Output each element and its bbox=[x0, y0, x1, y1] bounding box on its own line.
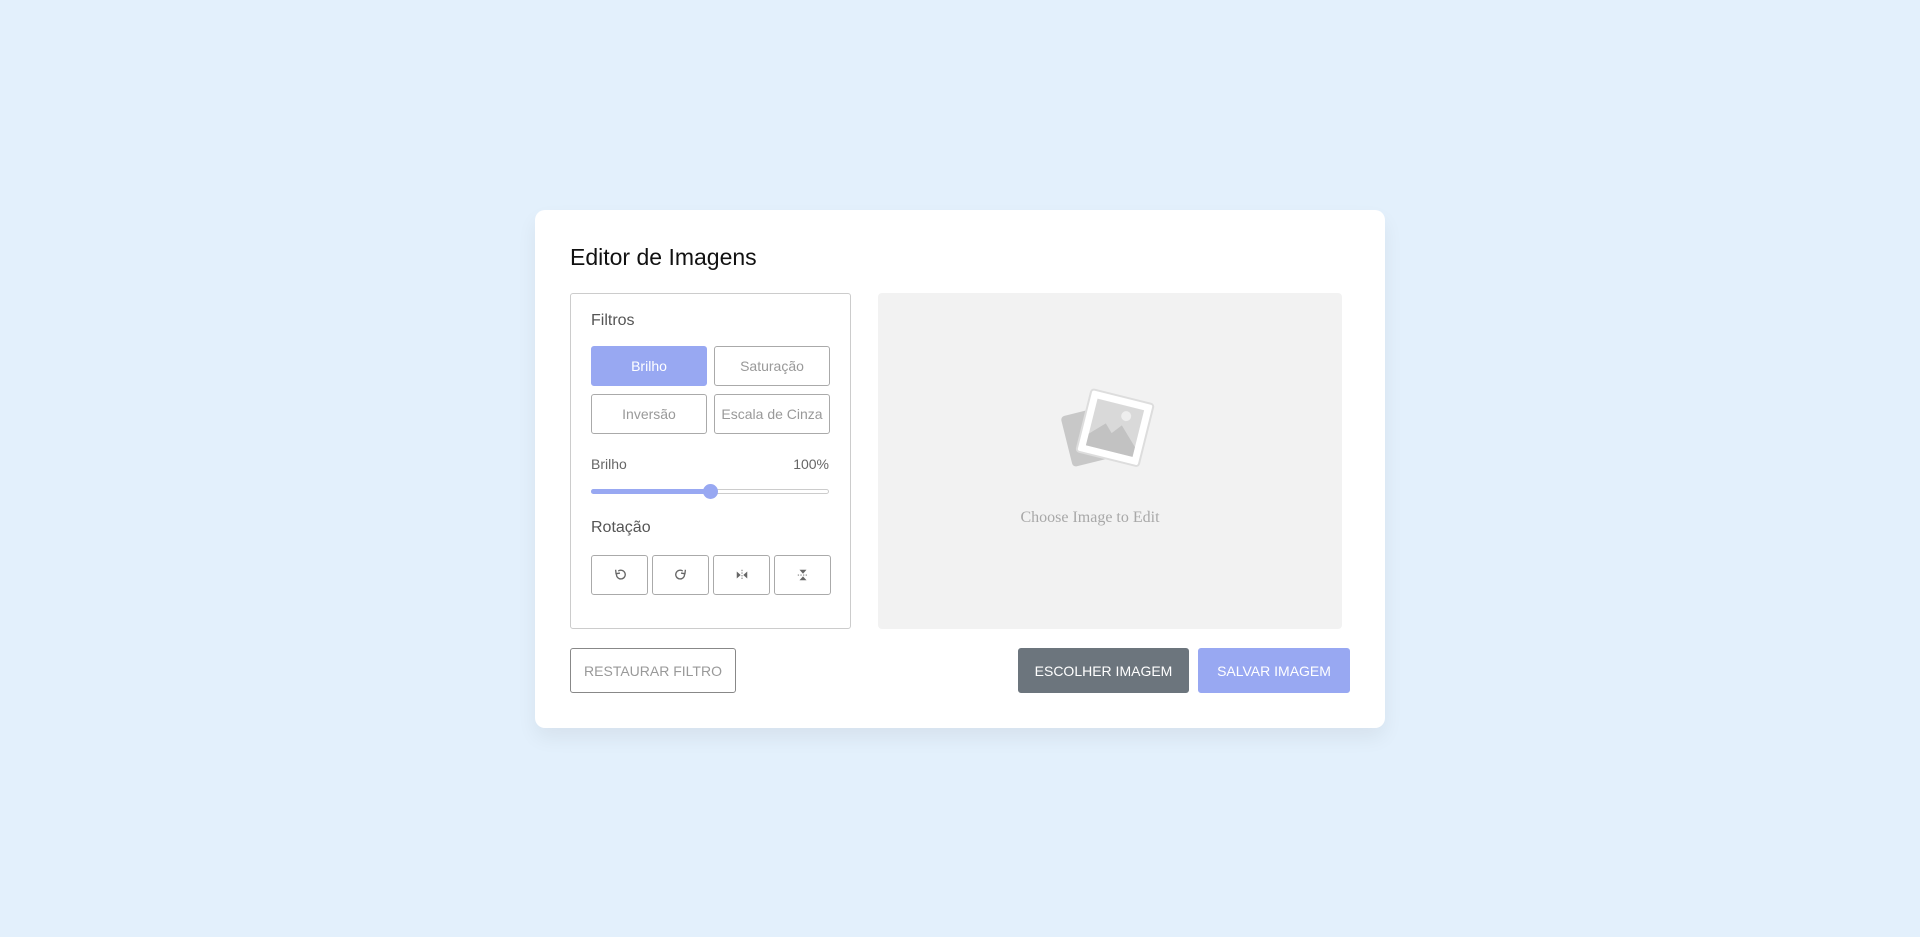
slider-thumb[interactable] bbox=[703, 484, 718, 499]
rotate-right-icon bbox=[674, 569, 686, 580]
filter-saturation-button[interactable]: Saturação bbox=[714, 346, 830, 386]
flip-horizontal-button[interactable] bbox=[713, 555, 770, 595]
filter-slider[interactable] bbox=[591, 484, 829, 499]
rotate-left-button[interactable] bbox=[591, 555, 648, 595]
rotation-label: Rotação bbox=[591, 519, 651, 536]
filters-label: Filtros bbox=[591, 312, 635, 329]
page-title: Editor de Imagens bbox=[570, 244, 757, 270]
filter-grayscale-button[interactable]: Escala de Cinza bbox=[714, 394, 830, 434]
slider-value: 100% bbox=[793, 456, 829, 472]
slider-name: Brilho bbox=[591, 456, 627, 472]
controls-panel: Filtros Brilho Saturação Inversão Escala… bbox=[570, 293, 851, 629]
flip-horizontal-icon bbox=[736, 569, 747, 581]
rotate-right-button[interactable] bbox=[652, 555, 709, 595]
filter-inversion-button[interactable]: Inversão bbox=[591, 394, 707, 434]
editor-card: Editor de Imagens Filtros Brilho Saturaç… bbox=[535, 210, 1385, 728]
flip-vertical-button[interactable] bbox=[774, 555, 831, 595]
slider-fill bbox=[591, 489, 709, 494]
image-placeholder-icon bbox=[1061, 388, 1155, 467]
flip-vertical-icon bbox=[797, 569, 808, 581]
save-image-button[interactable]: SALVAR IMAGEM bbox=[1198, 648, 1350, 693]
image-preview: Choose Image to Edit bbox=[878, 293, 1342, 629]
rotate-left-icon bbox=[614, 569, 626, 580]
placeholder-text: Choose Image to Edit bbox=[1020, 509, 1160, 526]
filter-brightness-button[interactable]: Brilho bbox=[591, 346, 707, 386]
choose-image-button[interactable]: ESCOLHER IMAGEM bbox=[1018, 648, 1189, 693]
reset-filter-button[interactable]: RESTAURAR FILTRO bbox=[570, 648, 736, 693]
